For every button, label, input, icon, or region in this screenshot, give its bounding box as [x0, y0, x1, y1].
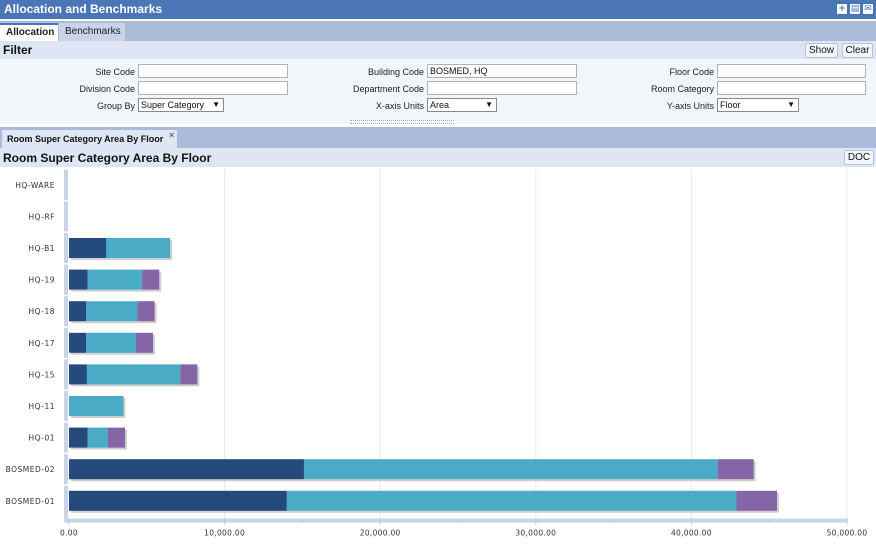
print-icon[interactable]: ▤	[850, 4, 860, 14]
tab-benchmarks[interactable]: Benchmarks	[59, 23, 125, 41]
bar-segment	[87, 427, 108, 448]
x-axis-units-label: X-axis Units	[375, 101, 424, 111]
bar-segment	[717, 459, 754, 480]
x-tick-label: 10,000.00	[204, 529, 245, 538]
group-by-value: Super Category	[141, 100, 205, 110]
bar-chart: 0.00 10,000.00 20,000.00 30,000.00 40,000.00…	[6, 168, 868, 538]
y-category-label: HQ-19	[28, 276, 55, 285]
bar-segment	[180, 364, 198, 385]
window-icons: + ▤ ✉	[837, 4, 873, 14]
bar-segment	[69, 364, 87, 385]
bar-segment	[69, 459, 304, 480]
window-title: Allocation and Benchmarks	[4, 2, 163, 16]
floor-code-label: Floor Code	[669, 67, 714, 77]
room-category-label: Room Category	[650, 84, 714, 94]
x-tick-label: 40,000.00	[671, 529, 712, 538]
tab-room-super-category-area[interactable]: Room Super Category Area By Floor ×	[2, 130, 178, 148]
filter-header: Filter Show Clear	[0, 41, 876, 59]
y-axis-units-label: Y-axis Units	[666, 101, 714, 111]
chevron-down-icon: ▼	[787, 100, 795, 109]
y-category-label: HQ-18	[28, 307, 55, 316]
bar-segment	[107, 427, 126, 448]
main-tabs: Allocation Benchmarks	[0, 21, 876, 41]
bar-segment	[69, 238, 107, 258]
y-axis-units-value: Floor	[720, 100, 741, 110]
bar-segment	[135, 332, 154, 353]
bar-segment	[69, 269, 88, 290]
tab-allocation[interactable]: Allocation	[0, 23, 58, 41]
y-axis-units-select[interactable]: Floor ▼	[717, 98, 799, 112]
y-axis-line	[64, 169, 68, 519]
bar-segment	[142, 269, 160, 290]
x-axis-line	[64, 518, 847, 523]
bar-segment	[86, 364, 181, 385]
bar-segment	[69, 396, 124, 416]
y-category-label: BOSMED-02	[6, 465, 55, 474]
bar-segment	[736, 490, 777, 511]
y-category-label: HQ-B1	[28, 244, 55, 253]
bar-segment	[303, 459, 718, 480]
chevron-down-icon: ▼	[485, 100, 493, 109]
y-category-label: HQ-WARE	[15, 181, 55, 190]
floor-code-input[interactable]	[717, 64, 866, 78]
x-axis-units-value: Area	[430, 100, 450, 110]
y-category-label: HQ-RF	[29, 212, 55, 221]
email-icon[interactable]: ✉	[863, 4, 873, 14]
bar-segment	[137, 301, 155, 322]
bar-segment	[87, 269, 143, 290]
close-icon[interactable]: ×	[169, 126, 174, 144]
x-tick-label: 20,000.00	[360, 529, 401, 538]
y-category-label: BOSMED-01	[6, 497, 55, 506]
division-code-label: Division Code	[79, 84, 135, 94]
filter-panel: Site Code Building Code BOSMED, HQ Floor…	[0, 59, 876, 124]
chart-panel-title: Room Super Category Area By Floor	[3, 151, 212, 165]
department-code-input[interactable]	[427, 81, 577, 95]
view-tab-label: Room Super Category Area By Floor	[7, 134, 164, 144]
bar-segment	[106, 238, 171, 258]
clear-button[interactable]: Clear	[842, 43, 873, 58]
y-category-label: HQ-11	[28, 402, 55, 411]
chart-panel-header: Room Super Category Area By Floor DOC	[0, 148, 876, 167]
bar-segment	[69, 490, 287, 511]
building-code-label: Building Code	[367, 67, 424, 77]
building-code-input[interactable]: BOSMED, HQ	[427, 64, 577, 78]
room-category-input[interactable]	[717, 81, 866, 95]
bar-segment	[86, 301, 138, 322]
x-tick-label: 0.00	[60, 529, 78, 538]
bar-segment	[86, 332, 136, 353]
division-code-input[interactable]	[138, 81, 288, 95]
view-tabs: Room Super Category Area By Floor ×	[0, 127, 876, 148]
group-by-label: Group By	[96, 101, 135, 111]
bar-segment	[69, 301, 87, 322]
filter-title: Filter	[3, 43, 33, 57]
chevron-down-icon: ▼	[212, 100, 220, 109]
chart-area: 0.00 10,000.00 20,000.00 30,000.00 40,000.00…	[0, 167, 876, 556]
y-category-label: HQ-01	[28, 434, 55, 443]
y-category-label: HQ-15	[28, 370, 55, 379]
panel-resize-grip[interactable]	[350, 120, 454, 124]
x-tick-label: 50,000.00	[827, 529, 868, 538]
department-code-label: Department Code	[352, 84, 424, 94]
show-button[interactable]: Show	[805, 43, 838, 58]
group-by-select[interactable]: Super Category ▼	[138, 98, 224, 112]
y-category-label: HQ-17	[28, 339, 55, 348]
bar-segment	[69, 332, 87, 353]
site-code-label: Site Code	[95, 67, 135, 77]
x-axis-units-select[interactable]: Area ▼	[427, 98, 497, 112]
site-code-input[interactable]	[138, 64, 288, 78]
window-title-bar: Allocation and Benchmarks + ▤ ✉	[0, 0, 876, 19]
x-tick-label: 30,000.00	[515, 529, 556, 538]
add-icon[interactable]: +	[837, 4, 847, 14]
doc-button[interactable]: DOC	[844, 150, 874, 165]
bar-segment	[286, 490, 737, 511]
bar-segment	[69, 427, 88, 448]
